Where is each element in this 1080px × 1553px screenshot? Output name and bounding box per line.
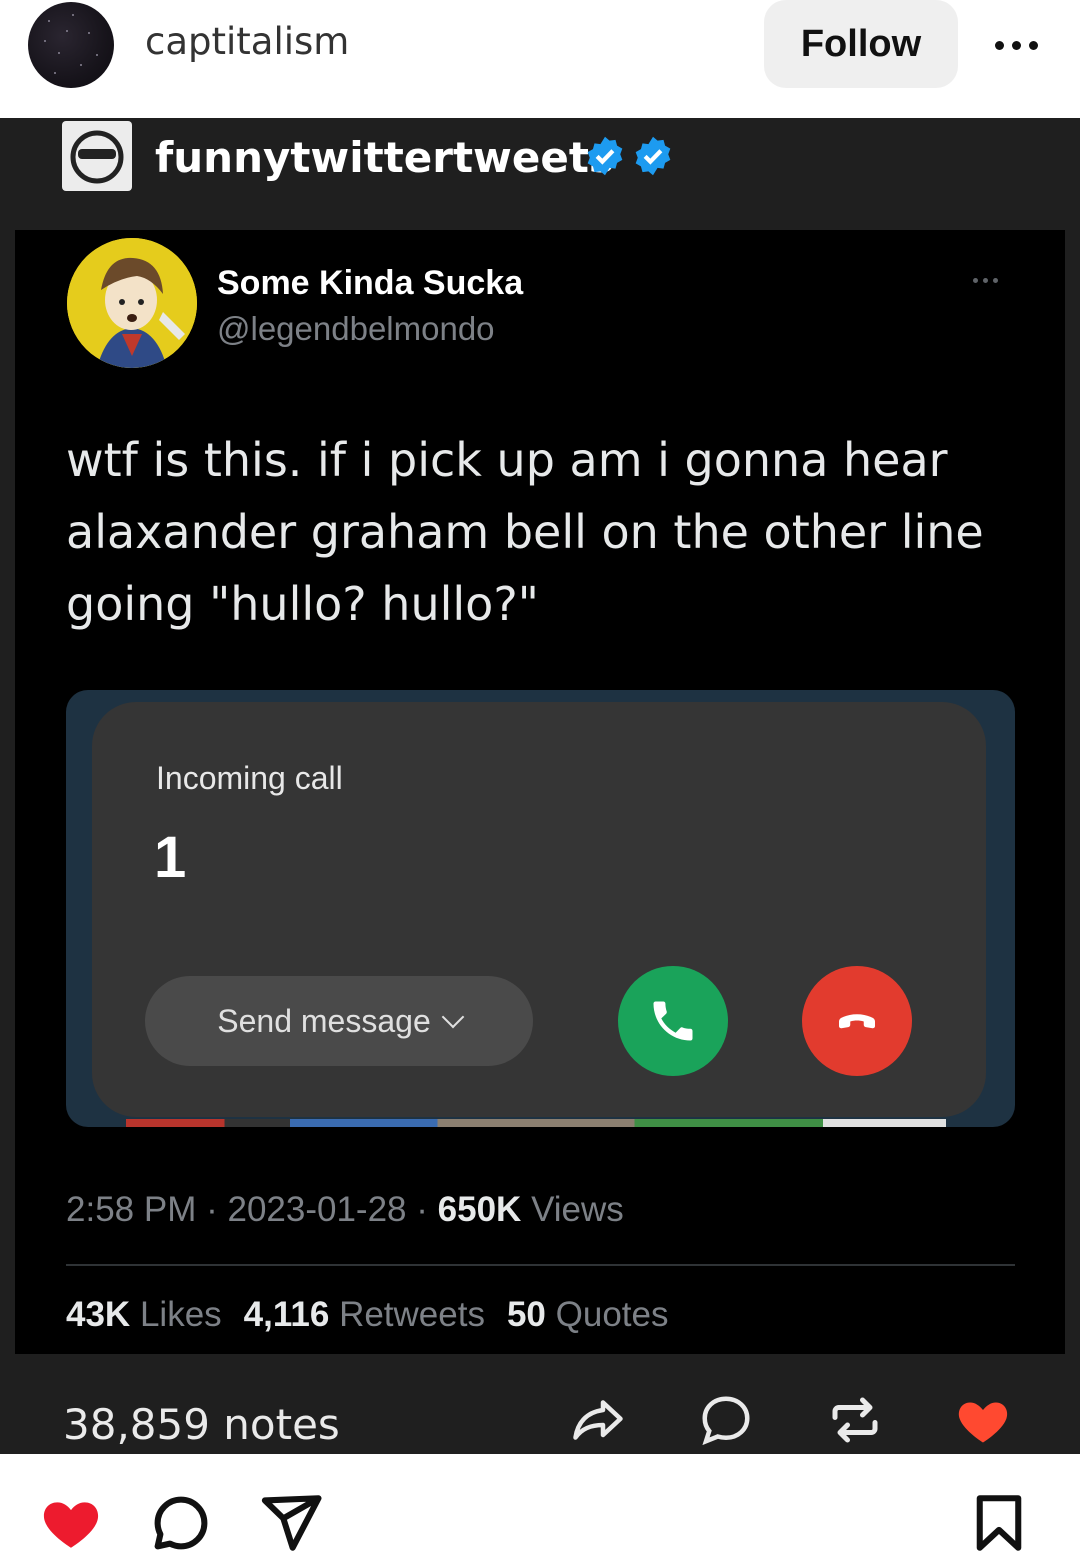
- likes-label: Likes: [139, 1295, 222, 1334]
- chevron-down-icon: [441, 1005, 465, 1029]
- reblog-icon[interactable]: [825, 1390, 885, 1450]
- tweet-divider: [66, 1264, 1015, 1266]
- send-message-label: Send message: [217, 1002, 431, 1039]
- user-avatar[interactable]: [28, 2, 114, 88]
- more-horizontal-icon[interactable]: [995, 30, 1045, 60]
- follow-button[interactable]: Follow: [764, 0, 958, 88]
- tweet-stats: 43K Likes 4,116 Retweets 50 Quotes: [66, 1295, 669, 1335]
- bookmark-icon[interactable]: [966, 1490, 1032, 1553]
- action-bar: [0, 1456, 1080, 1553]
- tweet-date: 2023-01-28: [227, 1190, 407, 1229]
- hang-up-icon: [839, 1014, 875, 1029]
- tweet-avatar: [67, 238, 197, 368]
- quotes-stat: 50 Quotes: [507, 1295, 669, 1335]
- meta-separator: ·: [206, 1190, 228, 1229]
- tweet-more-icon: [973, 278, 998, 283]
- caller-number: 1: [154, 825, 187, 890]
- notes-count[interactable]: 38,859 notes: [63, 1400, 340, 1449]
- comment-icon[interactable]: [696, 1390, 756, 1450]
- phone-icon: [653, 1001, 693, 1041]
- likes-count: 43K: [66, 1295, 131, 1334]
- post-header: captitalism Follow: [0, 0, 1080, 118]
- username[interactable]: captitalism: [145, 20, 349, 63]
- image-background-strip: [126, 1119, 946, 1127]
- send-message-button: Send message: [145, 976, 533, 1066]
- retweets-stat: 4,116 Retweets: [244, 1295, 485, 1335]
- accept-call-button: [618, 966, 728, 1076]
- tweet-image: Incoming call 1 Send message: [66, 690, 1015, 1127]
- post-content: funnytwittertweets Some Kinda Sucka @leg…: [0, 118, 1080, 1454]
- incoming-call-label: Incoming call: [156, 760, 343, 796]
- comment-bubble-icon[interactable]: [148, 1490, 214, 1553]
- tweet-time: 2:58 PM: [66, 1190, 197, 1229]
- share-icon[interactable]: [568, 1390, 628, 1450]
- tweet-handle: @legendbelmondo: [217, 310, 495, 347]
- views-count: 650K: [437, 1190, 522, 1229]
- tweet-display-name: Some Kinda Sucka: [217, 264, 524, 302]
- likes-stat: 43K Likes: [66, 1295, 222, 1335]
- views-label: Views: [531, 1190, 624, 1229]
- decline-call-button: [802, 966, 912, 1076]
- heart-filled-icon[interactable]: [953, 1390, 1013, 1450]
- verified-badge-icon: [635, 136, 671, 176]
- quotes-label: Quotes: [555, 1295, 669, 1334]
- incoming-call-card: Incoming call 1 Send message: [92, 702, 986, 1117]
- like-heart-icon[interactable]: [38, 1490, 104, 1553]
- retweets-count: 4,116: [243, 1295, 330, 1334]
- tweet-text: wtf is this. if i pick up am i gonna hea…: [66, 433, 984, 631]
- verified-badge-icon: [587, 136, 623, 176]
- source-avatar[interactable]: [62, 121, 132, 191]
- meta-separator: ·: [416, 1190, 438, 1229]
- send-icon[interactable]: [258, 1490, 324, 1553]
- source-name[interactable]: funnytwittertweets: [155, 133, 614, 182]
- tweet-card: Some Kinda Sucka @legendbelmondo wtf is …: [15, 230, 1065, 1354]
- tweet-meta: 2:58 PM · 2023-01-28 · 650K Views: [66, 1190, 624, 1230]
- retweets-label: Retweets: [339, 1295, 485, 1334]
- quotes-count: 50: [506, 1295, 546, 1334]
